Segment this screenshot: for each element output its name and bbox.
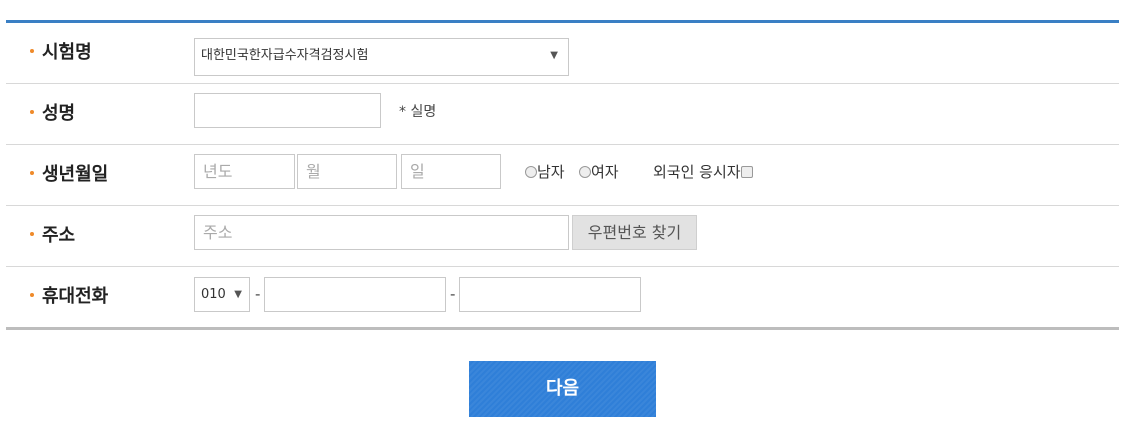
name-input[interactable] (194, 93, 381, 128)
next-button[interactable]: 다음 (469, 361, 656, 417)
radio-icon[interactable] (525, 165, 537, 178)
birth-month-input[interactable]: 월 (297, 154, 397, 189)
birthdate-label: 생년월일 (30, 145, 108, 205)
bullet-icon (30, 49, 34, 53)
gender-male-option[interactable]: 남자 (525, 162, 565, 182)
row-phone: 휴대전화 010 ▼ - - (6, 267, 1119, 327)
bullet-icon (30, 171, 34, 175)
exam-name-selected: 대한민국한자급수자격검정시험 (201, 48, 369, 63)
birth-day-input[interactable]: 일 (401, 154, 501, 189)
row-address: 주소 주소 우편번호 찾기 (6, 206, 1119, 267)
foreigner-option[interactable]: 외국인 응시자 (653, 162, 753, 182)
bullet-icon (30, 232, 34, 236)
chevron-down-icon: ▼ (550, 50, 558, 61)
chevron-down-icon: ▼ (234, 289, 242, 300)
phone-dash: - (450, 285, 456, 303)
row-exam-name: 시험명 대한민국한자급수자격검정시험 ▼ (6, 23, 1119, 84)
exam-name-label: 시험명 (30, 23, 92, 83)
bullet-icon (30, 110, 34, 114)
phone-middle-input[interactable] (264, 277, 446, 312)
phone-dash: - (255, 285, 261, 303)
radio-icon[interactable] (579, 165, 591, 178)
zip-search-button[interactable]: 우편번호 찾기 (572, 215, 697, 250)
name-label: 성명 (30, 84, 75, 144)
application-form: 시험명 대한민국한자급수자격검정시험 ▼ 성명 * 실명 생년월일 년도 월 일… (6, 20, 1119, 330)
row-name: 성명 * 실명 (6, 84, 1119, 145)
phone-last-input[interactable] (459, 277, 641, 312)
real-name-note: * 실명 (399, 104, 437, 120)
exam-name-select[interactable]: 대한민국한자급수자격검정시험 ▼ (194, 38, 569, 76)
phone-prefix-select[interactable]: 010 ▼ (194, 277, 250, 312)
address-input[interactable]: 주소 (194, 215, 569, 250)
checkbox-icon[interactable] (740, 165, 753, 178)
bullet-icon (30, 293, 34, 297)
birth-year-input[interactable]: 년도 (194, 154, 295, 189)
phone-label: 휴대전화 (30, 267, 108, 327)
phone-prefix-value: 010 (201, 287, 226, 302)
gender-female-option[interactable]: 여자 (579, 162, 619, 182)
row-birthdate: 생년월일 년도 월 일 남자 여자 외국인 응시자 (6, 145, 1119, 206)
address-label: 주소 (30, 206, 75, 266)
